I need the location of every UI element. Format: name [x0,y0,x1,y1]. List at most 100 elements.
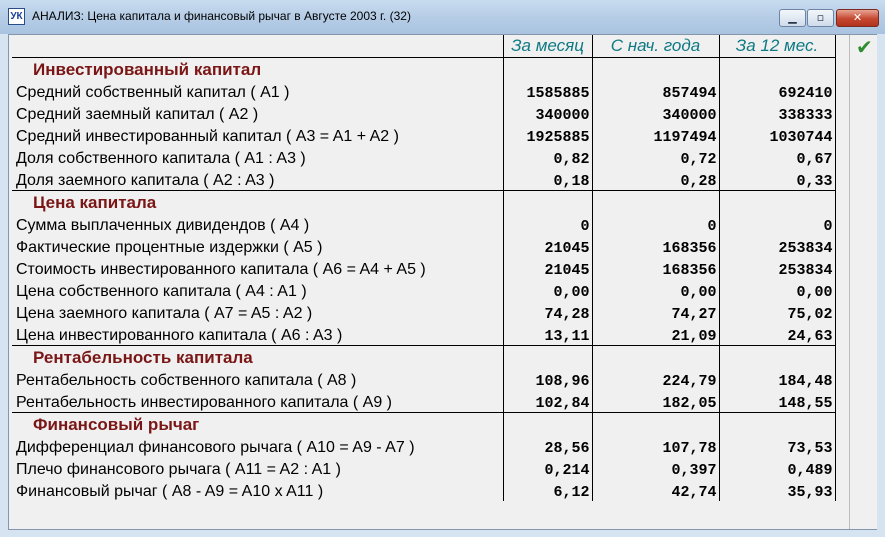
value-cell: 0,489 [718,457,836,479]
close-icon: ✕ [852,11,863,24]
table-row: Средний собственный капитал ( A1 ) 158588… [12,80,836,102]
value-cell: 6,12 [502,479,593,501]
value-cell: 107,78 [591,435,720,457]
value-cell: 0 [502,213,593,235]
row-label: Рентабельность инвестированного капитала… [12,390,504,413]
maximize-button[interactable]: ▫ [807,9,834,27]
table-row: Доля заемного капитала ( A2 : A3 ) 0,18 0,… [12,168,836,191]
column-header: За месяц [502,35,593,58]
value-cell: 0,397 [591,457,720,479]
minimize-button[interactable]: ▁ [779,9,806,27]
section-blank-cell [502,345,593,368]
table-row: Цена заемного капитала ( A7 = A5 : A2 ) 7… [12,301,836,323]
row-label: Средний инвестированный капитал ( A3 = A… [12,124,504,146]
row-label: Средний собственный капитал ( A1 ) [12,80,504,102]
section-blank-cell [502,190,593,213]
section-title: Рентабельность капитала [12,345,504,368]
value-cell: 0 [591,213,720,235]
value-cell: 0,28 [591,168,720,191]
row-label: Доля заемного капитала ( A2 : A3 ) [12,168,504,191]
section-blank-cell [718,57,836,80]
report-table: За месяц С нач. года За 12 мес. Инвестирова… [12,35,836,501]
value-cell: 340000 [502,102,593,124]
value-cell: 24,63 [718,323,836,346]
value-cell: 168356 [591,235,720,257]
value-cell: 74,28 [502,301,593,323]
value-cell: 75,02 [718,301,836,323]
section-header-row: Цена капитала [12,190,836,213]
maximize-icon: ▫ [816,11,825,24]
row-label: Дифференциал финансового рычага ( A10 = … [12,435,504,457]
value-cell: 1030744 [718,124,836,146]
value-cell: 253834 [718,235,836,257]
checkmark-icon[interactable]: ✔ [856,35,873,59]
row-label: Доля собственного капитала ( A1 : A3 ) [12,146,504,168]
value-cell: 0,82 [502,146,593,168]
value-cell: 0,214 [502,457,593,479]
close-button[interactable]: ✕ [836,9,879,27]
value-cell: 338333 [718,102,836,124]
row-label: Сумма выплаченных дивидендов ( A4 ) [12,213,504,235]
section-blank-cell [591,57,720,80]
value-cell: 0,00 [591,279,720,301]
section-header-row: Финансовый рычаг [12,412,836,435]
section-title: Инвестированный капитал [12,57,504,80]
value-cell: 1197494 [591,124,720,146]
table-row: Финансовый рычаг ( A8 - A9 = A10 x A11 )… [12,479,836,501]
table-row: Стоимость инвестированного капитала ( A6… [12,257,836,279]
value-cell: 1925885 [502,124,593,146]
section-header-row: Инвестированный капитал [12,57,836,80]
value-cell: 0,18 [502,168,593,191]
table-row: Доля собственного капитала ( A1 : A3 ) 0,… [12,146,836,168]
header-blank-cell [12,35,504,58]
row-label: Средний заемный капитал ( A2 ) [12,102,504,124]
value-cell: 74,27 [591,301,720,323]
column-header: С нач. года [591,35,720,58]
table-row: Рентабельность инвестированного капитала… [12,390,836,413]
value-cell: 21,09 [591,323,720,346]
section-blank-cell [502,412,593,435]
value-cell: 73,53 [718,435,836,457]
value-cell: 857494 [591,80,720,102]
title-bar[interactable]: УК АНАЛИЗ: Цена капитала и финансовый ры… [0,0,885,34]
side-toolbar: ✔ [849,35,877,529]
table-row: Средний инвестированный капитал ( A3 = A… [12,124,836,146]
value-cell: 340000 [591,102,720,124]
minimize-icon: ▁ [788,11,797,24]
value-cell: 184,48 [718,368,836,390]
column-header-row: За месяц С нач. года За 12 мес. [12,35,836,58]
value-cell: 168356 [591,257,720,279]
row-label: Стоимость инвестированного капитала ( A6… [12,257,504,279]
value-cell: 102,84 [502,390,593,413]
value-cell: 28,56 [502,435,593,457]
section-blank-cell [591,345,720,368]
row-label: Плечо финансового рычага ( A11 = A2 : A1… [12,457,504,479]
row-label: Рентабельность собственного капитала ( A… [12,368,504,390]
report-area: За месяц С нач. года За 12 мес. Инвестирова… [8,34,877,530]
value-cell: 0,00 [718,279,836,301]
section-blank-cell [591,190,720,213]
table-row: Цена инвестированного капитала ( A6 : A3… [12,323,836,346]
value-cell: 108,96 [502,368,593,390]
column-header: За 12 мес. [718,35,836,58]
value-cell: 0,00 [502,279,593,301]
value-cell: 148,55 [718,390,836,413]
window-title: АНАЛИЗ: Цена капитала и финансовый рычаг… [32,9,411,23]
section-blank-cell [718,190,836,213]
row-label: Цена инвестированного капитала ( A6 : A3… [12,323,504,346]
value-cell: 21045 [502,257,593,279]
section-blank-cell [591,412,720,435]
table-row: Фактические процентные издержки ( A5 ) 21… [12,235,836,257]
value-cell: 692410 [718,80,836,102]
value-cell: 1585885 [502,80,593,102]
table-row: Плечо финансового рычага ( A11 = A2 : A1… [12,457,836,479]
value-cell: 0,33 [718,168,836,191]
table-row: Сумма выплаченных дивидендов ( A4 ) 0 0 0 [12,213,836,235]
value-cell: 0,67 [718,146,836,168]
section-title: Финансовый рычаг [12,412,504,435]
row-label: Цена заемного капитала ( A7 = A5 : A2 ) [12,301,504,323]
table-row: Дифференциал финансового рычага ( A10 = … [12,435,836,457]
value-cell: 224,79 [591,368,720,390]
app-icon[interactable]: УК [8,8,25,25]
table-row: Средний заемный капитал ( A2 ) 340000 3400… [12,102,836,124]
